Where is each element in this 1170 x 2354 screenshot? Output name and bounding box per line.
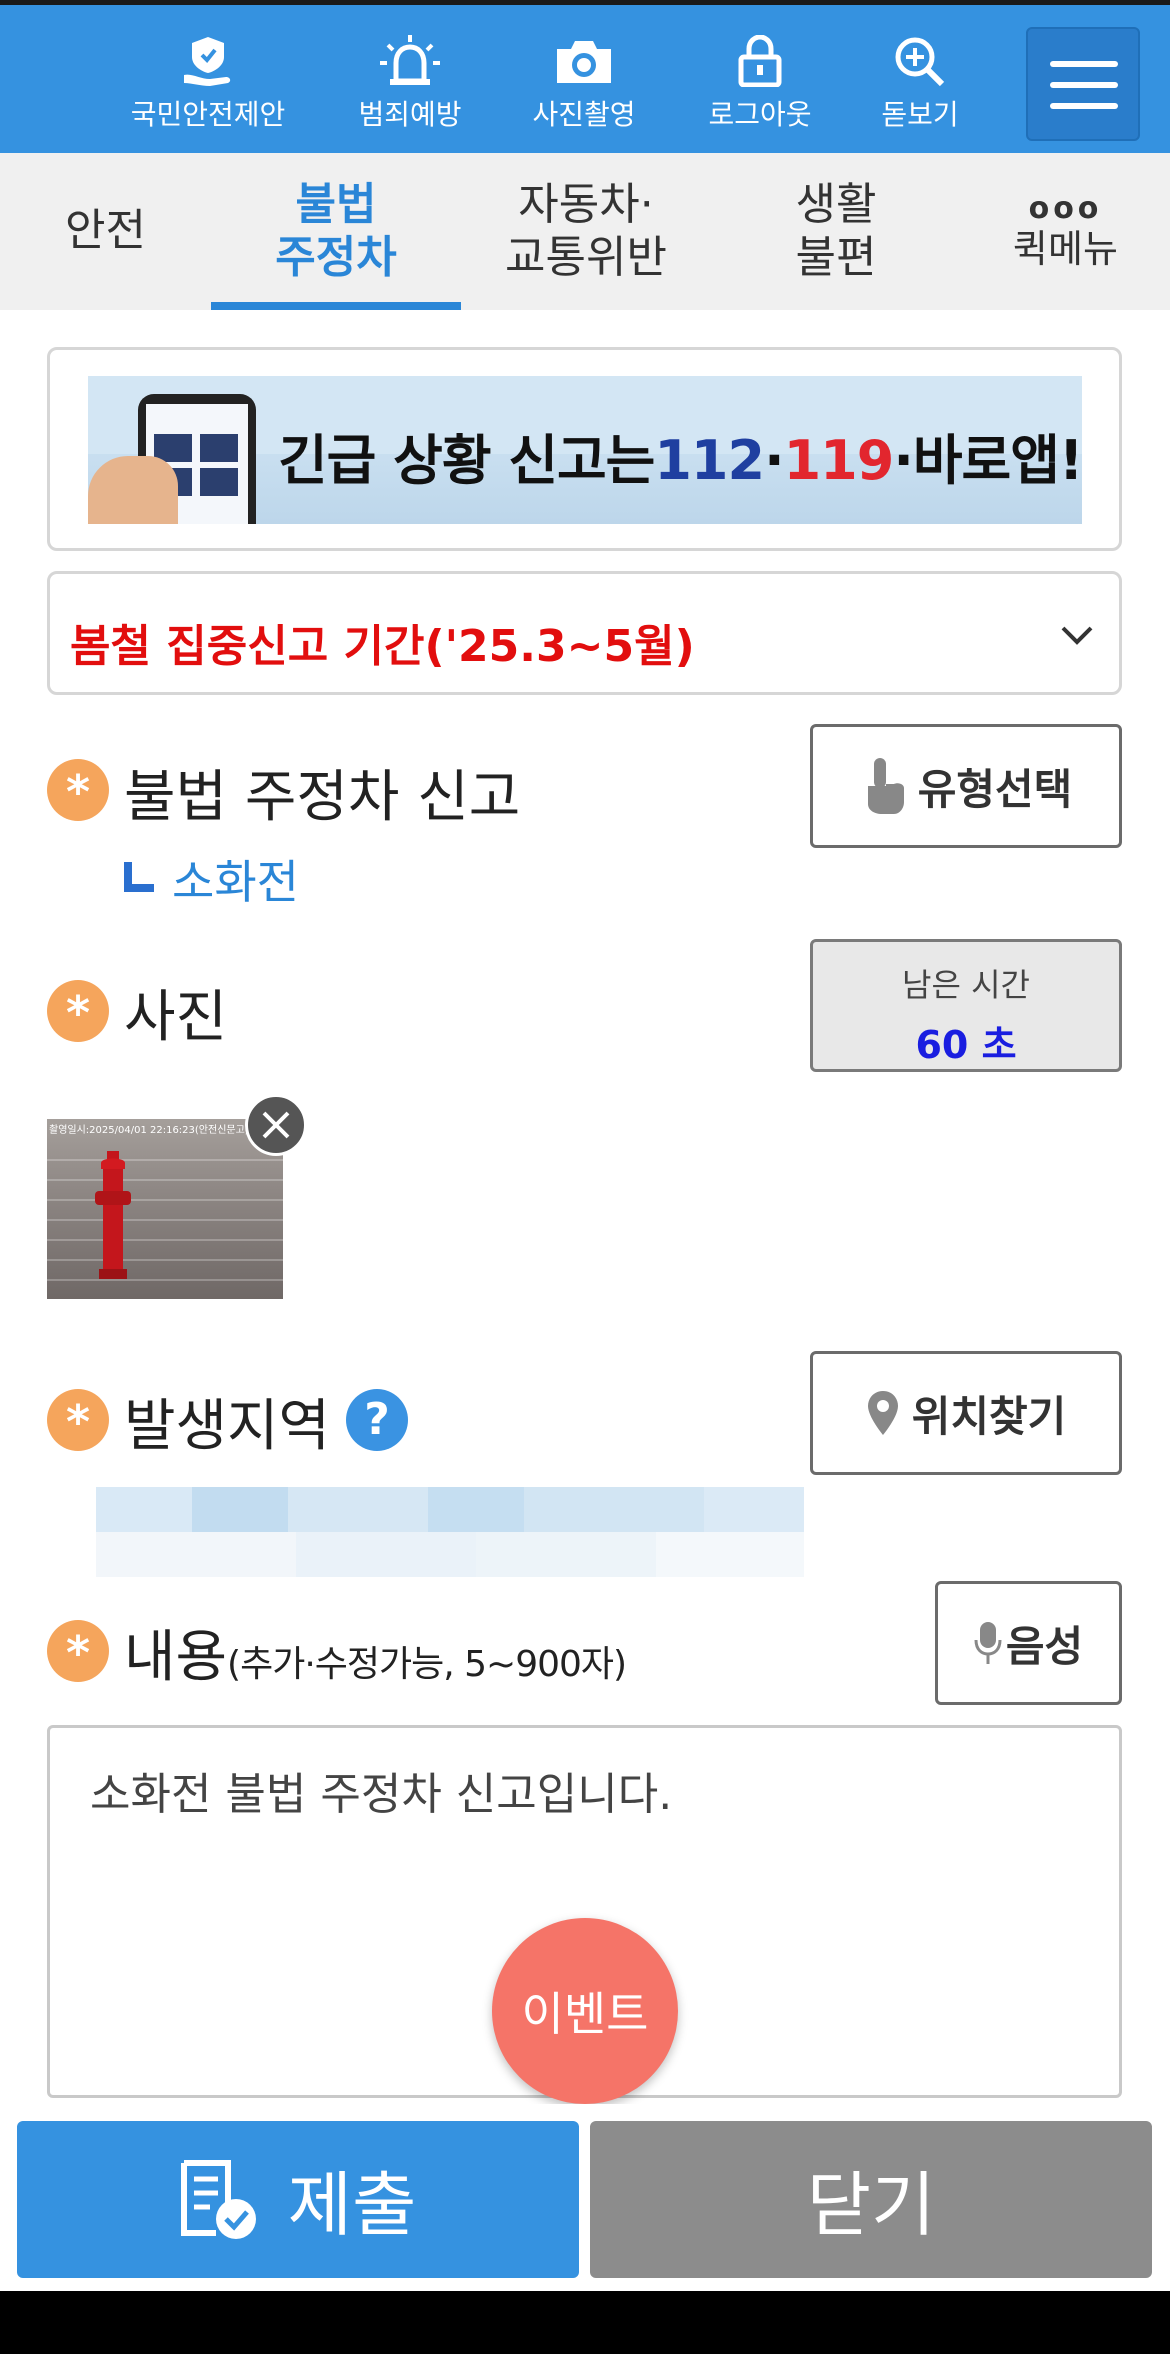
chevron-down-icon [1061, 626, 1093, 645]
menu-line [1050, 103, 1118, 109]
nav-logout[interactable]: 로그아웃 [670, 35, 850, 133]
content-title-row: 내용(추가·수정가능, 5~900자) [124, 1612, 627, 1693]
required-asterisk-icon: * [47, 759, 109, 821]
nav-label: 범죄예방 [358, 98, 462, 131]
content-title: 내용 [124, 1625, 228, 1690]
tab-safety[interactable]: 안전 [0, 153, 211, 310]
photo-timestamp: 촬영일시:2025/04/01 22:16:23(안전신문고) [49, 1125, 249, 1136]
event-floating-button[interactable]: 이벤트 [492, 1918, 678, 2104]
find-location-button[interactable]: 위치찾기 [810, 1351, 1122, 1475]
fire-hydrant-icon [95, 1151, 131, 1279]
finger-tap-icon [867, 758, 904, 814]
tab-quick-menu[interactable]: ooo 퀵메뉴 [961, 153, 1170, 310]
required-asterisk-icon: * [47, 980, 109, 1042]
subtype-indent-icon [124, 862, 154, 892]
nav-label: 돋보기 [881, 98, 959, 131]
required-asterisk-icon: * [47, 1389, 109, 1451]
tab-vehicle-traffic[interactable]: 자동차· 교통위반 [461, 153, 711, 310]
remove-photo-button[interactable] [245, 1094, 307, 1156]
nav-label: 사진촬영 [532, 98, 636, 131]
location-title: 발생지역 [124, 1394, 331, 1459]
nav-magnifier[interactable]: 돋보기 [830, 35, 1010, 133]
campaign-notice-dropdown[interactable]: 봄철 집중신고 기간('25.3~5월) [47, 571, 1122, 695]
required-asterisk-icon: * [47, 1620, 109, 1682]
shield-hand-icon [184, 37, 231, 86]
remaining-time-box: 남은 시간 60 초 [810, 939, 1122, 1072]
menu-line [1050, 61, 1118, 67]
hand-illustration [88, 456, 178, 524]
camera-icon [557, 41, 611, 83]
tab-quick-menu-label: 퀵메뉴 [1013, 226, 1118, 271]
banner-image: 긴급 상황 신고는112·119·바로앱! [88, 376, 1082, 524]
select-type-button[interactable]: 유형선택 [810, 724, 1122, 848]
menu-line [1050, 82, 1118, 88]
hamburger-menu-button[interactable] [1026, 27, 1140, 141]
lock-icon [738, 35, 782, 87]
address-redacted [96, 1487, 804, 1577]
magnifier-plus-icon [895, 37, 945, 87]
nav-label: 로그아웃 [708, 98, 812, 131]
nav-safety-proposal[interactable]: 국민안전제안 [118, 35, 298, 133]
submit-button[interactable]: 제출 [17, 2121, 579, 2278]
report-type-title: 불법 주정차 신고 [124, 765, 521, 830]
tab-living-inconvenience[interactable]: 생활 불편 [711, 153, 961, 310]
more-dots-icon: ooo [1028, 190, 1103, 226]
close-icon [262, 1111, 290, 1139]
select-type-label: 유형선택 [917, 764, 1073, 814]
active-tab-indicator [211, 302, 461, 310]
system-nav-bar [0, 2291, 1170, 2354]
nav-label: 국민안전제안 [130, 98, 286, 131]
voice-input-label: 음성 [1005, 1621, 1084, 1671]
category-tabs: 안전 불법 주정차 자동차· 교통위반 생활 불편 ooo 퀵메뉴 [0, 153, 1170, 310]
content-hint: (추가·수정가능, 5~900자) [227, 1644, 627, 1685]
close-button[interactable]: 닫기 [590, 2121, 1152, 2278]
top-bar: 국민안전제안 범죄예방 사진촬영 로그아웃 돋보기 [0, 0, 1170, 153]
help-icon[interactable]: ? [346, 1389, 408, 1451]
submit-label: 제출 [287, 2164, 417, 2246]
banner-text: 긴급 상황 신고는112·119·바로앱! [278, 429, 1082, 492]
document-check-icon [180, 2159, 256, 2239]
map-pin-icon [867, 1391, 898, 1435]
close-label: 닫기 [806, 2164, 936, 2246]
nav-take-photo[interactable]: 사진촬영 [494, 35, 674, 133]
notice-text: 봄철 집중신고 기간('25.3~5월) [70, 621, 695, 672]
find-location-label: 위치찾기 [911, 1391, 1067, 1441]
photo-section-title: 사진 [124, 985, 228, 1050]
nav-crime-prevention[interactable]: 범죄예방 [320, 35, 500, 133]
selected-subtype: 소화전 [172, 855, 299, 909]
voice-input-button[interactable]: 음성 [935, 1581, 1122, 1705]
photo-thumbnail[interactable]: 촬영일시:2025/04/01 22:16:23(안전신문고) [47, 1119, 283, 1299]
remaining-time-value: 60 초 [915, 1023, 1017, 1067]
microphone-icon [974, 1622, 1002, 1664]
content-text: 소화전 불법 주정차 신고입니다. [90, 1769, 673, 1820]
tab-illegal-parking[interactable]: 불법 주정차 [211, 153, 461, 310]
siren-icon [380, 35, 440, 85]
remaining-time-label: 남은 시간 [902, 966, 1030, 1004]
emergency-banner[interactable]: 긴급 상황 신고는112·119·바로앱! [47, 347, 1122, 551]
